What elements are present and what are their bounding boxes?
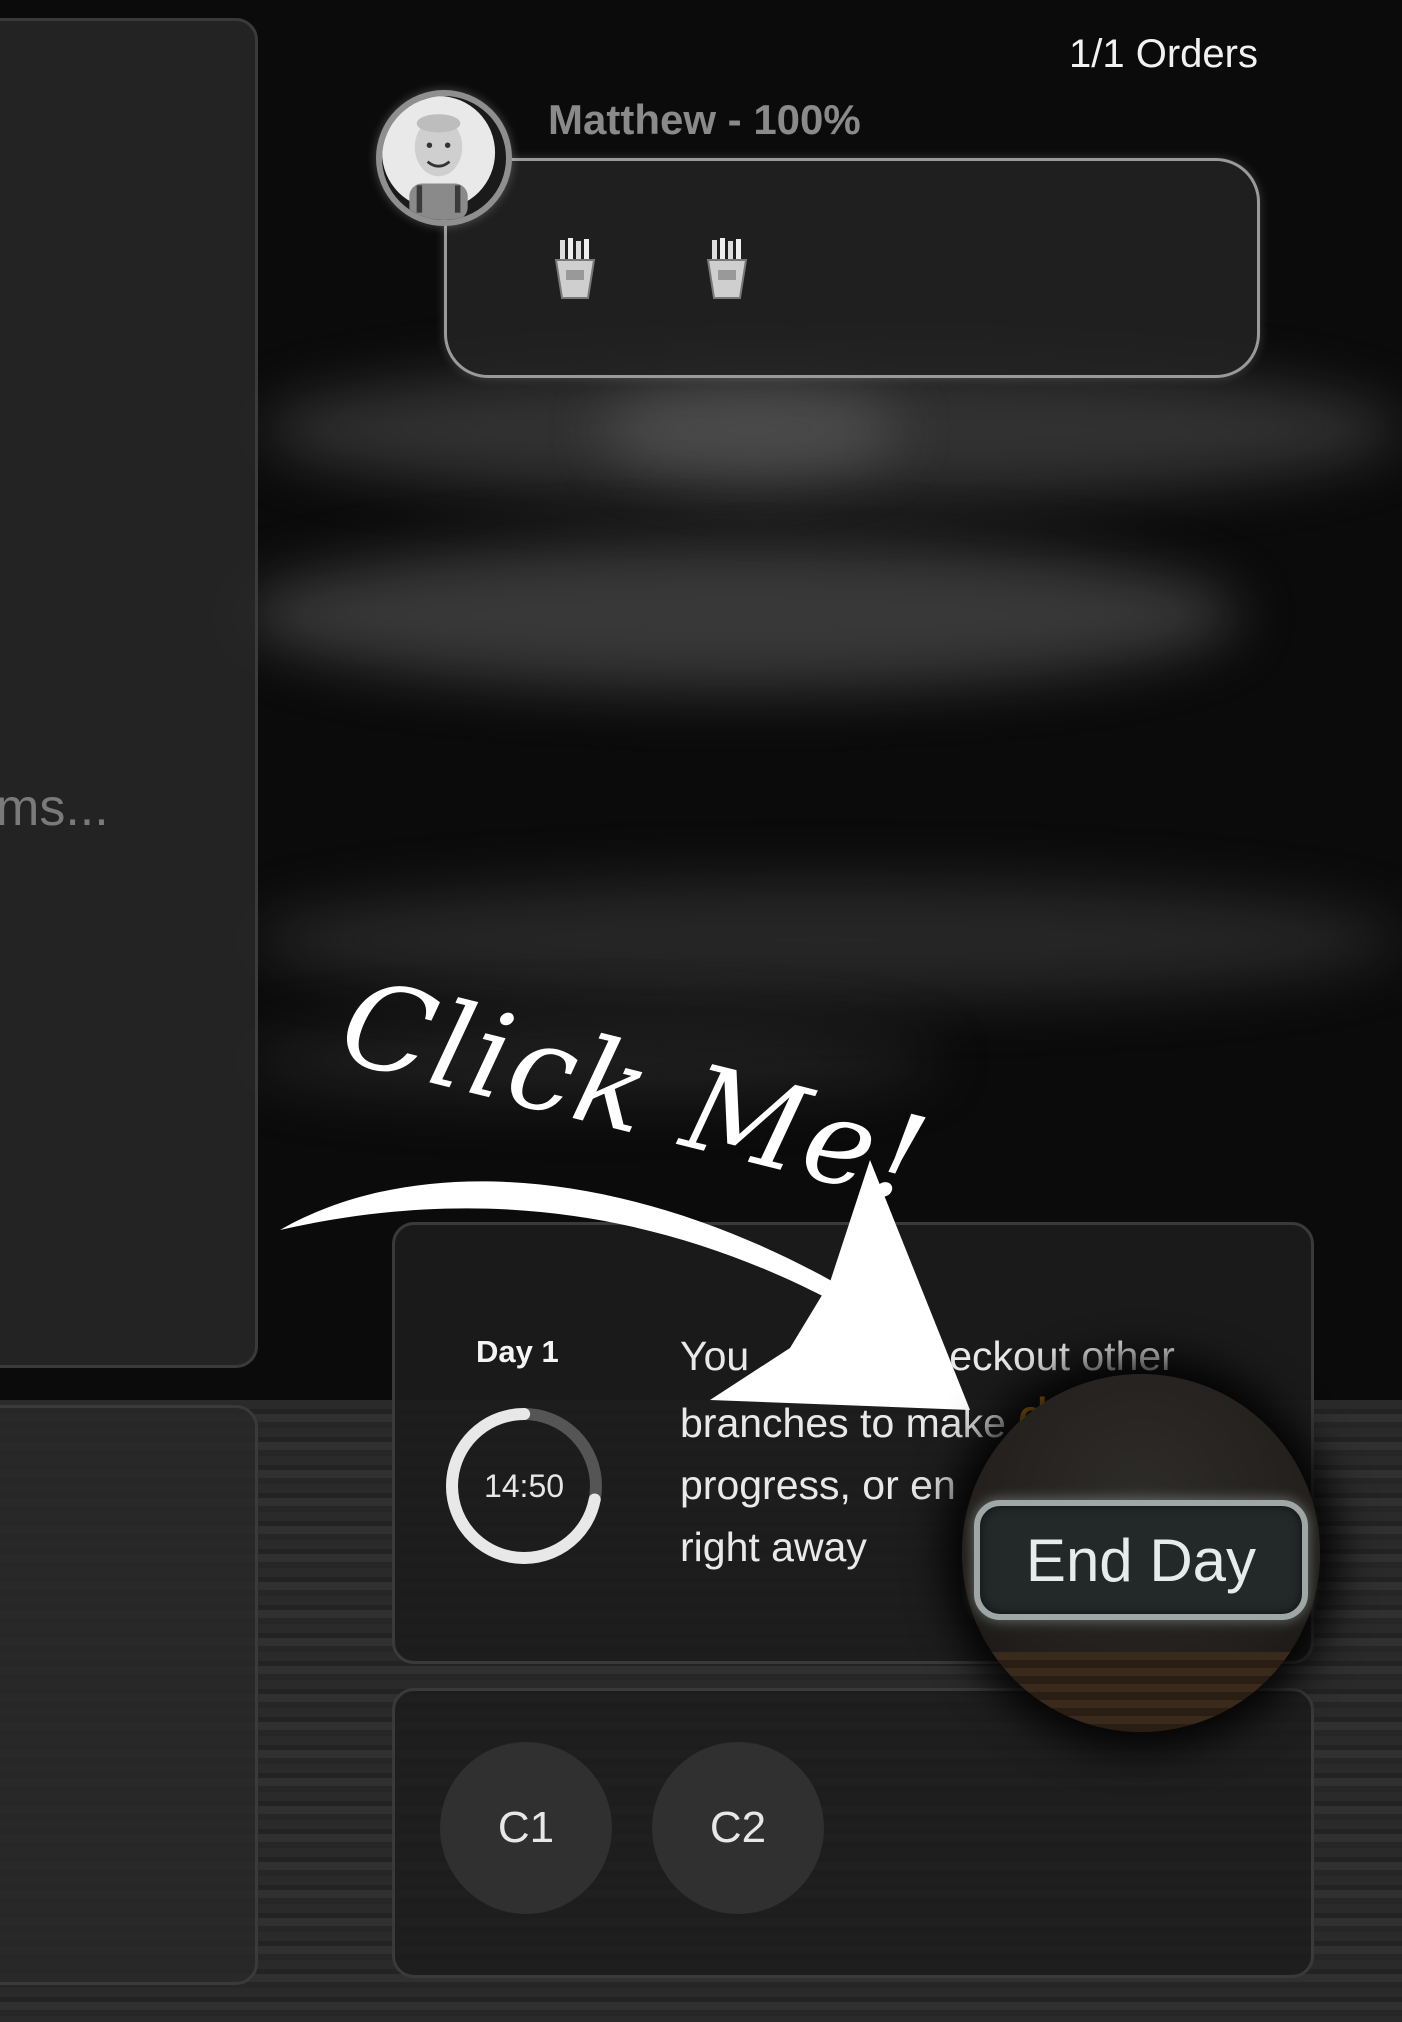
background-blur — [600, 380, 900, 480]
counter-c1[interactable]: C1 — [440, 1742, 612, 1914]
customer-avatar — [376, 90, 512, 226]
customer-name: Matthew - 100% — [548, 96, 861, 143]
fries-icon — [706, 238, 748, 299]
fries-icon — [554, 238, 596, 299]
left-side-panel — [0, 18, 258, 1368]
orders-count: 1/1 Orders — [1069, 32, 1258, 76]
left-panel-text: ms... — [0, 779, 109, 837]
end-day-button[interactable]: End Day — [974, 1500, 1308, 1620]
counter-c2[interactable]: C2 — [652, 1742, 824, 1914]
left-bottom-panel — [0, 1405, 258, 1985]
background-blur — [240, 540, 1240, 690]
magnifier-floor — [962, 1652, 1320, 1732]
